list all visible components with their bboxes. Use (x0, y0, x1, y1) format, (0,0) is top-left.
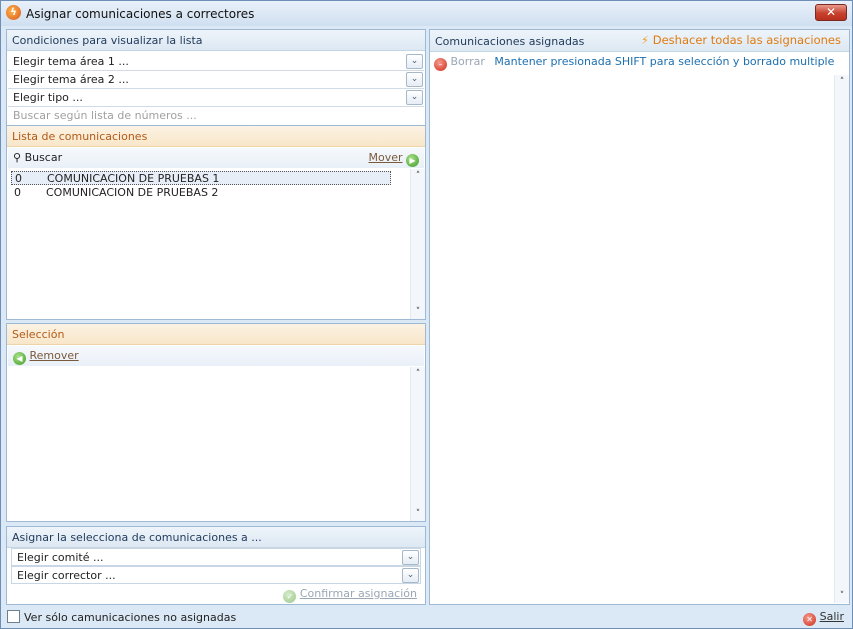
chevron-down-icon[interactable]: ⌄ (406, 90, 423, 105)
exit-label: Salir (819, 610, 844, 623)
asignar-header: Asignar la selecciona de comunicaciones … (7, 527, 425, 548)
area1-combo[interactable]: Elegir tema área 1 ... ⌄ (8, 53, 424, 71)
title-bar: ϟ Asignar comunicaciones a correctores ✕ (1, 1, 852, 26)
list-item[interactable]: 0 COMUNICACION DE PRUEBAS 2 (11, 186, 391, 200)
asignadas-title: Comunicaciones asignadas (435, 35, 585, 48)
window-title: Asignar comunicaciones a correctores (26, 7, 255, 21)
area2-combo-label: Elegir tema área 2 ... (13, 73, 129, 86)
exit-button[interactable]: ✕ Salir (803, 610, 844, 626)
item-number: 0 (14, 186, 21, 199)
delete-button[interactable]: Borrar (451, 55, 485, 68)
unassigned-only-label: Ver sólo camunicaciones no asignadas (24, 611, 237, 624)
check-icon: ✓ (283, 590, 297, 603)
asignadas-header: Comunicaciones asignadas ⚡ Deshacer toda… (430, 30, 849, 52)
scroll-down-icon[interactable]: ˅ (411, 507, 425, 521)
comunicaciones-scrollbar[interactable]: ˄ ˅ (410, 169, 425, 319)
undo-all-button[interactable]: ⚡ Deshacer todas las asignaciones (641, 33, 841, 47)
area2-combo[interactable]: Elegir tema área 2 ... ⌄ (8, 71, 424, 89)
search-button[interactable]: Buscar (25, 151, 63, 164)
move-button[interactable]: Mover (368, 151, 402, 164)
comunicaciones-list[interactable]: 0 COMUNICACION DE PRUEBAS 1 0 COMUNICACI… (8, 169, 411, 319)
asignadas-toolbar: – Borrar Mantener presionada SHIFT para … (434, 55, 845, 73)
asignar-panel: Asignar la selecciona de comunicaciones … (6, 526, 426, 605)
chevron-down-icon[interactable]: ⌄ (406, 54, 423, 69)
chevron-down-icon[interactable]: ⌄ (406, 72, 423, 87)
seleccion-toolbar: ◀ Remover (8, 346, 424, 366)
list-item[interactable]: 0 COMUNICACION DE PRUEBAS 1 (11, 171, 391, 185)
chevron-down-icon[interactable]: ⌄ (402, 568, 419, 583)
seleccion-list[interactable] (8, 367, 411, 521)
remove-button[interactable]: Remover (30, 349, 79, 362)
confirm-assignment-button[interactable]: Confirmar asignación (300, 587, 417, 600)
confirm-row: ✓ Confirmar asignación (283, 587, 417, 603)
seleccion-header: Selección (7, 324, 425, 345)
chevron-down-icon[interactable]: ⌄ (402, 550, 419, 565)
shift-hint: Mantener presionada SHIFT para selección… (494, 55, 835, 68)
scroll-down-icon[interactable]: ˅ (411, 305, 425, 319)
number-search-input[interactable]: Buscar según lista de números ... (8, 107, 424, 125)
conditions-header: Condiciones para visualizar la lista (7, 30, 425, 51)
comunicaciones-panel: Lista de comunicaciones ⚲ Buscar Mover ▶… (6, 125, 426, 320)
tipo-combo[interactable]: Elegir tipo ... ⌄ (8, 89, 424, 107)
asignadas-list[interactable] (431, 75, 834, 603)
seleccion-panel: Selección ◀ Remover ˄ ˅ (6, 323, 426, 522)
close-button[interactable]: ✕ (815, 4, 847, 21)
comite-combo[interactable]: Elegir comité ... ⌄ (11, 548, 421, 566)
item-name: COMUNICACION DE PRUEBAS 1 (47, 172, 220, 185)
binoculars-icon: ⚲ (13, 151, 22, 164)
arrow-right-icon[interactable]: ▶ (406, 154, 419, 167)
search-placeholder: Buscar según lista de números ... (13, 109, 197, 122)
conditions-panel: Condiciones para visualizar la lista Ele… (6, 29, 426, 126)
seleccion-scrollbar[interactable]: ˄ ˅ (410, 367, 425, 521)
item-number: 0 (15, 172, 22, 185)
scroll-down-icon[interactable]: ˅ (835, 589, 849, 603)
scroll-up-icon[interactable]: ˄ (411, 169, 425, 183)
area1-combo-label: Elegir tema área 1 ... (13, 55, 129, 68)
app-icon: ϟ (6, 5, 21, 20)
corrector-combo-label: Elegir corrector ... (17, 569, 116, 582)
tipo-combo-label: Elegir tipo ... (13, 91, 83, 104)
comunicaciones-header: Lista de comunicaciones (7, 126, 425, 147)
arrow-left-icon[interactable]: ◀ (13, 352, 26, 365)
comunicaciones-toolbar: ⚲ Buscar Mover ▶ (8, 148, 424, 168)
close-circle-icon: ✕ (803, 613, 817, 626)
unassigned-only-checkbox[interactable] (7, 610, 20, 623)
corrector-combo[interactable]: Elegir corrector ... ⌄ (11, 566, 421, 584)
undo-all-label: Deshacer todas las asignaciones (652, 33, 841, 47)
footer-bar: Ver sólo camunicaciones no asignadas ✕ S… (1, 607, 852, 628)
scroll-up-icon[interactable]: ˄ (411, 367, 425, 381)
delete-icon: – (434, 58, 447, 71)
asignadas-panel: Comunicaciones asignadas ⚡ Deshacer toda… (429, 29, 850, 605)
item-name: COMUNICACION DE PRUEBAS 2 (46, 186, 219, 199)
comite-combo-label: Elegir comité ... (17, 551, 104, 564)
dialog-window: ϟ Asignar comunicaciones a correctores ✕… (0, 0, 853, 629)
lightning-icon: ⚡ (641, 33, 650, 47)
asignadas-scrollbar[interactable]: ˄ ˅ (834, 75, 849, 603)
scroll-up-icon[interactable]: ˄ (835, 75, 849, 89)
